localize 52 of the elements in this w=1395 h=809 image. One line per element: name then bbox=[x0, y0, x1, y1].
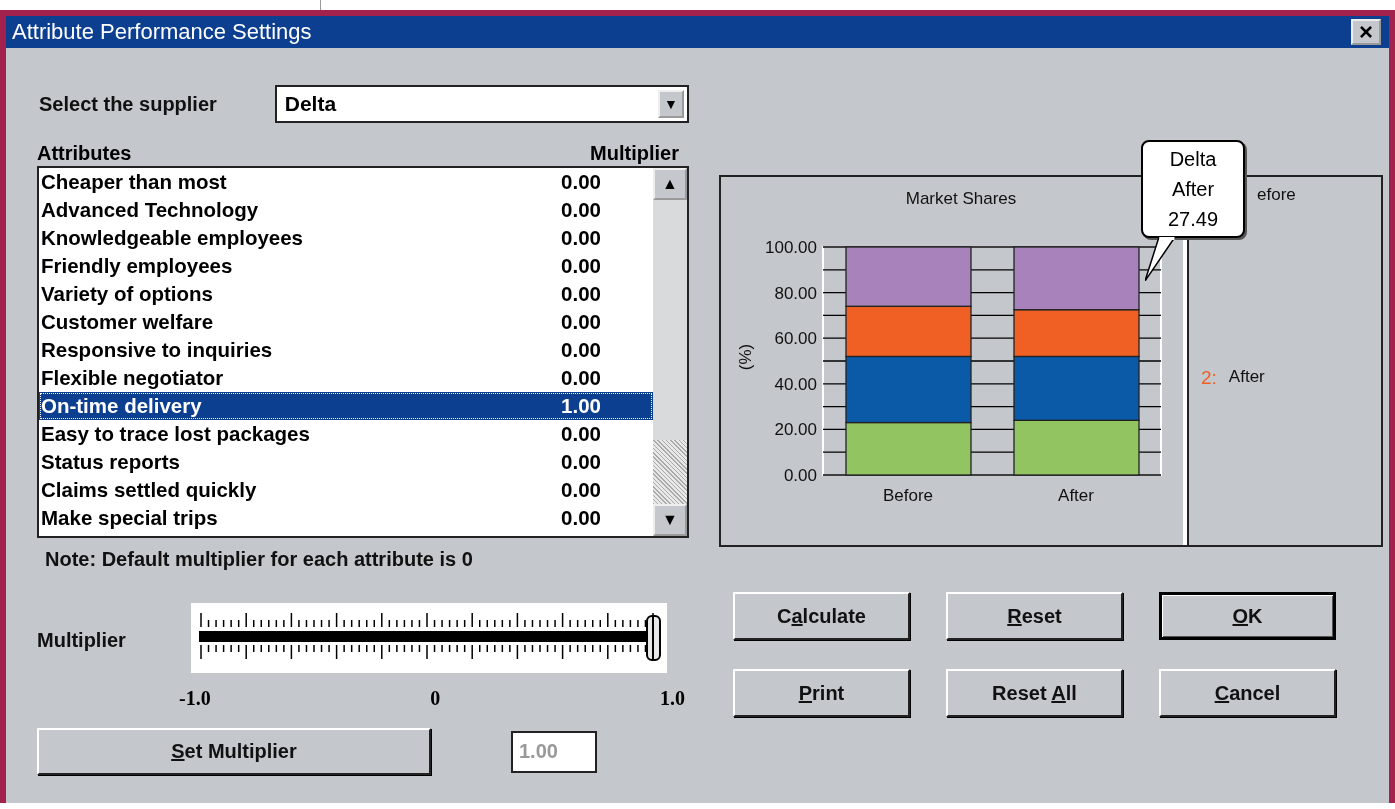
dialog-button[interactable]: Reset bbox=[946, 592, 1123, 640]
multiplier-slider[interactable] bbox=[191, 603, 667, 673]
scroll-down-button[interactable]: ▼ bbox=[653, 504, 687, 536]
close-button[interactable]: × bbox=[1351, 19, 1381, 45]
note-text: Note: Default multiplier for each attribute is 0 bbox=[45, 548, 474, 571]
scale-label: 1.0 bbox=[660, 687, 685, 710]
tick-label: 80.00 bbox=[774, 283, 817, 303]
legend-number: 2: bbox=[1201, 367, 1217, 389]
attribute-row[interactable]: Advanced Technology 0.00 bbox=[39, 196, 653, 224]
scrollbar[interactable]: ▲ ▼ bbox=[653, 168, 687, 536]
dialog-button[interactable]: OK bbox=[1159, 592, 1336, 640]
attribute-row[interactable]: Variety of options 0.00 bbox=[39, 280, 653, 308]
supplier-label: Select the supplier bbox=[38, 92, 218, 116]
column-header: Multiplier bbox=[590, 142, 679, 166]
attribute-row[interactable]: Knowledgeable employees 0.00 bbox=[39, 224, 653, 252]
attribute-row[interactable]: Status reports 0.00 bbox=[39, 448, 653, 476]
dialog-button[interactable]: Reset All bbox=[946, 669, 1123, 717]
tooltip-text: Delta bbox=[1169, 147, 1217, 172]
window-title: Attribute Performance Settings bbox=[12, 19, 312, 45]
category-label: After bbox=[1058, 486, 1094, 505]
tooltip-text: 27.49 bbox=[1167, 207, 1219, 232]
dialog-button[interactable]: Cancel bbox=[1159, 669, 1336, 717]
tick-label: 60.00 bbox=[774, 329, 817, 349]
attribute-row[interactable]: On-time delivery 1.00 bbox=[39, 392, 653, 420]
set-multiplier-button[interactable]: Set Multiplier bbox=[37, 728, 431, 775]
attribute-row[interactable]: Easy to trace lost packages 0.00 bbox=[39, 420, 653, 448]
tick-label: 40.00 bbox=[774, 374, 817, 394]
tick-label: 0.00 bbox=[783, 466, 817, 485]
scale-label: -1.0 bbox=[179, 687, 211, 710]
slider-thumb[interactable] bbox=[646, 615, 661, 661]
scroll-thumb[interactable] bbox=[653, 440, 687, 504]
axis-title: (%) bbox=[736, 343, 755, 371]
attribute-row[interactable]: Cheaper than most 0.00 bbox=[39, 168, 653, 196]
tick-label: 20.00 bbox=[774, 420, 817, 440]
tooltip-text: After bbox=[1171, 177, 1215, 202]
dialog-button[interactable]: Calculate bbox=[733, 592, 910, 640]
dialog-button[interactable]: Print bbox=[733, 669, 910, 717]
scale-label: 0 bbox=[430, 687, 441, 710]
column-header: Attributes bbox=[37, 142, 132, 166]
category-label: Before bbox=[882, 486, 934, 505]
attribute-row[interactable]: Customer welfare 0.00 bbox=[39, 308, 653, 336]
supplier-dropdown[interactable]: Delta ▼ bbox=[274, 85, 689, 123]
scroll-up-button[interactable]: ▲ bbox=[653, 168, 687, 200]
legend-label: efore bbox=[1257, 185, 1296, 205]
attribute-row[interactable]: Claims settled quickly 0.00 bbox=[39, 476, 653, 504]
chart-title: Market Shares bbox=[905, 189, 1017, 208]
attribute-row[interactable]: Responsive to inquiries 0.00 bbox=[39, 336, 653, 364]
legend-label: After bbox=[1228, 367, 1265, 388]
attribute-row[interactable]: Flexible negotiator 0.00 bbox=[39, 364, 653, 392]
attribute-row[interactable]: Make special trips 0.00 bbox=[39, 504, 653, 532]
tick-label: 100.00 bbox=[765, 238, 817, 257]
attribute-row[interactable]: Friendly employees 0.00 bbox=[39, 252, 653, 280]
